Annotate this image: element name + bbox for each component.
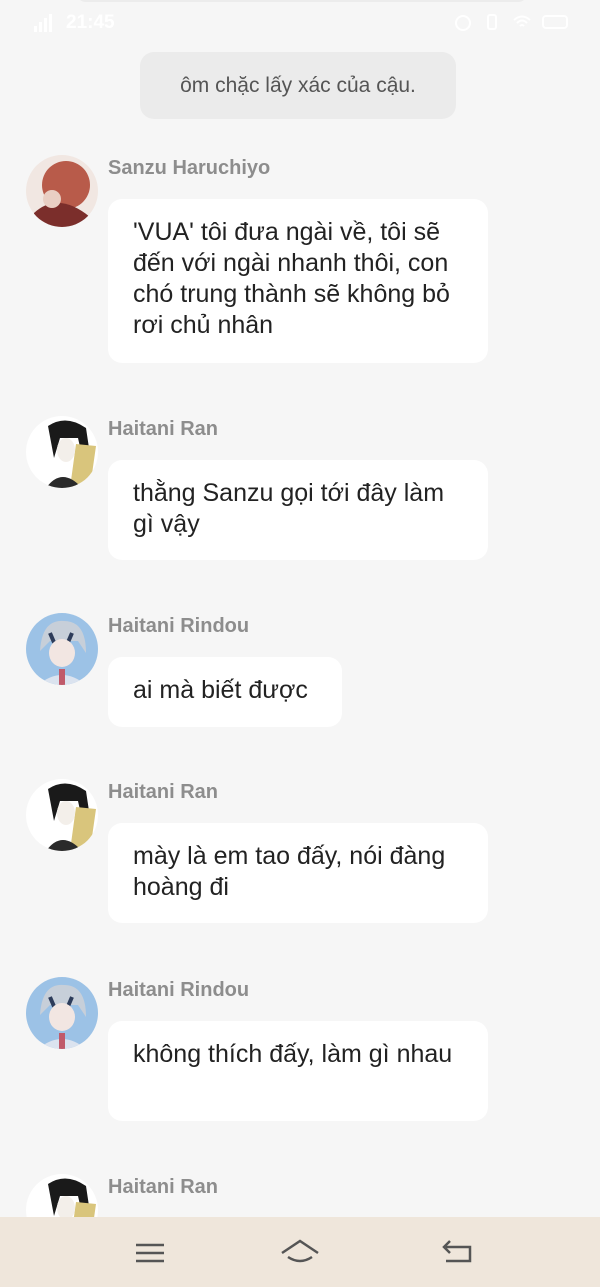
avatar[interactable] (26, 155, 98, 227)
previous-bubble-edge (76, 0, 528, 2)
navigation-bar (0, 1217, 600, 1287)
status-bar: 21:45 (0, 0, 600, 46)
alarm-icon (454, 13, 472, 37)
sender-name: Haitani Ran (108, 781, 219, 803)
battery-icon (542, 14, 570, 36)
wifi-icon (512, 13, 532, 37)
message-bubble: ai mà biết được (108, 657, 342, 727)
vibrate-icon (482, 13, 502, 37)
back-icon[interactable] (438, 1235, 478, 1271)
message-bubble: mày là em tao đấy, nói đàng hoàng đi (108, 823, 488, 923)
menu-icon[interactable] (130, 1235, 170, 1271)
sender-name: Haitani Ran (108, 418, 219, 440)
sender-name: Haitani Rindou (108, 615, 250, 637)
avatar[interactable] (26, 416, 98, 488)
signal-icon (34, 14, 60, 32)
message-bubble: không thích đấy, làm gì nhau (108, 1021, 488, 1121)
message-bubble: thằng Sanzu gọi tới đây làm gì vậy (108, 460, 488, 560)
sender-name: Haitani Rindou (108, 979, 250, 1001)
avatar[interactable] (26, 613, 98, 685)
system-message: ôm chặc lấy xác của cậu. (140, 52, 456, 119)
message-bubble: 'VUA' tôi đưa ngài về, tôi sẽ đến với ng… (108, 199, 488, 363)
home-icon[interactable] (280, 1235, 320, 1271)
sender-name: Haitani Ran (108, 1176, 219, 1198)
avatar[interactable] (26, 977, 98, 1049)
sender-name: Sanzu Haruchiyo (108, 157, 271, 179)
status-time: 21:45 (66, 12, 115, 33)
avatar[interactable] (26, 779, 98, 851)
